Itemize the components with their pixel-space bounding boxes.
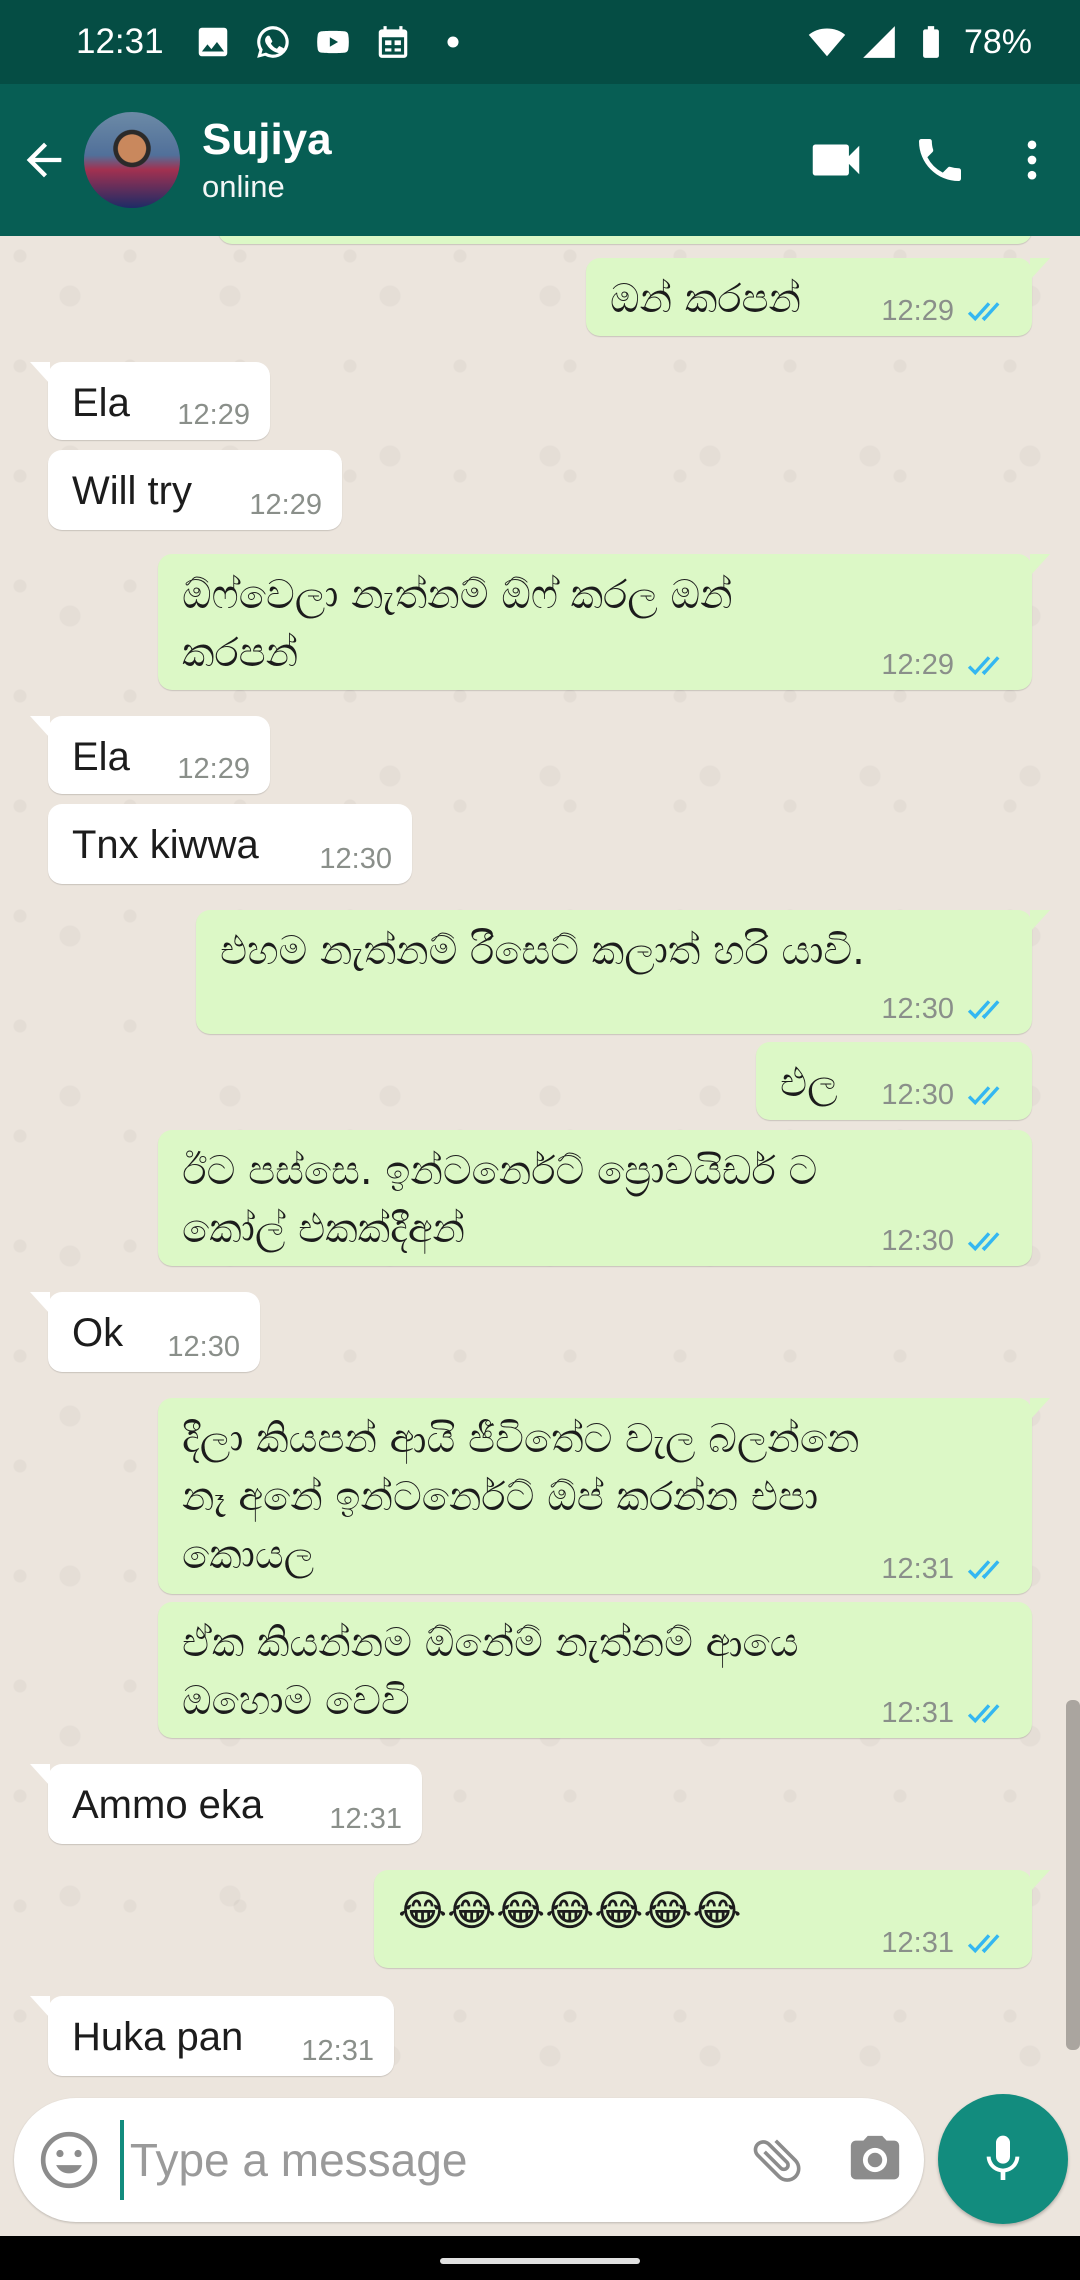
message-meta: 12:31 xyxy=(881,1928,1012,1958)
message-time: 12:29 xyxy=(177,399,250,431)
chat-header: Sujiya online xyxy=(0,84,1080,236)
message-meta: 12:30 xyxy=(881,1080,1012,1110)
whatsapp-icon xyxy=(254,23,292,61)
battery-icon xyxy=(912,23,950,61)
message-bubble-out[interactable]: ඊට පස්සෙ. ඉන්ටර්නෙට් ප්‍රොවයිඩර් ට කෝල් … xyxy=(158,1130,1032,1266)
mic-icon xyxy=(986,2135,1020,2180)
message-bubble-in[interactable]: Ok 12:30 xyxy=(30,1292,260,1372)
more-vert-icon xyxy=(1027,140,1037,180)
more-options-button[interactable] xyxy=(992,110,1072,210)
message-bubble-out[interactable]: 😂😂😂😂😂😂😂 12:31 xyxy=(374,1870,1050,1968)
double-tick-icon xyxy=(966,1228,1012,1254)
back-button[interactable] xyxy=(4,110,84,210)
message-bubble-out[interactable]: ඒක කියන්නම ඕනේම් නැත්නම් ආයෙ ඔහොම වෙවි 1… xyxy=(158,1602,1032,1738)
message-meta: 12:29 xyxy=(881,296,1012,326)
message-meta: 12:30 xyxy=(319,844,392,874)
youtube-icon xyxy=(314,23,352,61)
message-meta: 12:31 xyxy=(881,1554,1012,1584)
message-meta: 12:29 xyxy=(177,400,250,430)
message-bubble-in[interactable]: Tnx kiwwa 12:30 xyxy=(48,804,412,884)
double-tick-icon xyxy=(966,1930,1012,1956)
message-bubble-in[interactable]: Will try 12:29 xyxy=(48,450,342,530)
status-time: 12:31 xyxy=(76,22,164,61)
signal-icon xyxy=(860,23,898,61)
system-icons: 78% xyxy=(808,23,1032,62)
notification-icons xyxy=(194,23,472,61)
gallery-icon xyxy=(194,23,232,61)
message-input[interactable] xyxy=(119,2120,728,2200)
home-gesture-handle[interactable] xyxy=(440,2258,640,2264)
voice-record-button[interactable] xyxy=(938,2094,1068,2224)
contact-name: Sujiya xyxy=(202,115,332,164)
message-time: 12:31 xyxy=(881,1697,954,1729)
message-time: 12:29 xyxy=(249,489,322,521)
message-bubble-in[interactable]: Huka pan 12:31 xyxy=(30,1996,394,2076)
message-bubble-in[interactable]: Ela 12:29 xyxy=(30,716,270,794)
message-bubble-partial xyxy=(218,236,1032,244)
message-time: 12:30 xyxy=(881,1079,954,1111)
message-bubble-out[interactable]: එල 12:30 xyxy=(756,1042,1032,1120)
videocam-icon xyxy=(812,144,860,176)
message-time: 12:31 xyxy=(881,1553,954,1585)
message-time: 12:29 xyxy=(881,295,954,327)
message-meta: 12:30 xyxy=(881,994,1012,1024)
dot-icon xyxy=(434,23,472,61)
message-meta: 12:30 xyxy=(881,1226,1012,1256)
arrow-back-icon xyxy=(26,142,62,178)
message-bubble-out[interactable]: දීලා කියපන් ආයි ජීවිතේට වැල බලන්නෙ නෑ අන… xyxy=(158,1398,1050,1594)
message-time: 12:31 xyxy=(301,2035,374,2067)
message-composer xyxy=(14,2098,924,2222)
message-meta: 12:29 xyxy=(177,754,250,784)
double-tick-icon xyxy=(966,298,1012,324)
message-meta: 12:29 xyxy=(249,490,322,520)
wifi-icon xyxy=(808,23,846,61)
message-time: 12:30 xyxy=(167,1331,240,1363)
status-bar: 12:31 78% xyxy=(0,0,1080,84)
camera-button[interactable] xyxy=(826,2105,924,2215)
message-bubble-out[interactable]: ඕෆ්වෙලා නැත්නම් ඕෆ් කරල ඔන් කරපන් 12:29 xyxy=(158,554,1050,690)
attach-button[interactable] xyxy=(728,2105,826,2215)
message-text: එහම නැත්නම් රීසෙට් කලාත් හරි යාවි. xyxy=(220,928,865,974)
message-time: 12:30 xyxy=(881,993,954,1025)
message-meta: 12:31 xyxy=(301,2036,374,2066)
message-meta: 12:31 xyxy=(329,1804,402,1834)
message-time: 12:30 xyxy=(319,843,392,875)
contact-info[interactable]: Sujiya online xyxy=(202,115,332,205)
message-time: 12:29 xyxy=(881,649,954,681)
battery-percent: 78% xyxy=(963,22,1032,61)
header-actions xyxy=(784,110,1080,210)
video-call-button[interactable] xyxy=(784,110,888,210)
phone-icon xyxy=(919,139,961,181)
emoji-button[interactable] xyxy=(24,2105,114,2215)
message-meta: 12:29 xyxy=(881,650,1012,680)
message-bubble-in[interactable]: Ammo eka 12:31 xyxy=(30,1764,422,1844)
calendar-icon xyxy=(374,23,412,61)
message-bubble-in[interactable]: Ela 12:29 xyxy=(30,362,270,440)
double-tick-icon xyxy=(966,1556,1012,1582)
message-bubble-out[interactable]: එහම නැත්නම් රීසෙට් කලාත් හරි යාවි. 12:30 xyxy=(196,910,1050,1034)
double-tick-icon xyxy=(966,652,1012,678)
camera-icon xyxy=(850,2135,900,2180)
message-time: 12:29 xyxy=(177,753,250,785)
message-meta: 12:31 xyxy=(881,1698,1012,1728)
double-tick-icon xyxy=(966,996,1012,1022)
contact-avatar[interactable] xyxy=(84,112,180,208)
paperclip-icon xyxy=(753,2139,801,2182)
contact-status: online xyxy=(202,169,285,204)
double-tick-icon xyxy=(966,1700,1012,1726)
message-time: 12:30 xyxy=(881,1225,954,1257)
double-tick-icon xyxy=(966,1082,1012,1108)
chat-messages[interactable]: ඔන් කරපන් 12:29 Ela 12:29 Will try 12:29… xyxy=(0,236,1080,2096)
chat-scrollbar[interactable] xyxy=(1066,1700,1080,2050)
message-time: 12:31 xyxy=(881,1927,954,1959)
message-meta: 12:30 xyxy=(167,1332,240,1362)
message-bubble-out[interactable]: ඔන් කරපන් 12:29 xyxy=(586,258,1050,336)
message-time: 12:31 xyxy=(329,1803,402,1835)
emoji-icon xyxy=(40,2131,98,2189)
voice-call-button[interactable] xyxy=(888,110,992,210)
